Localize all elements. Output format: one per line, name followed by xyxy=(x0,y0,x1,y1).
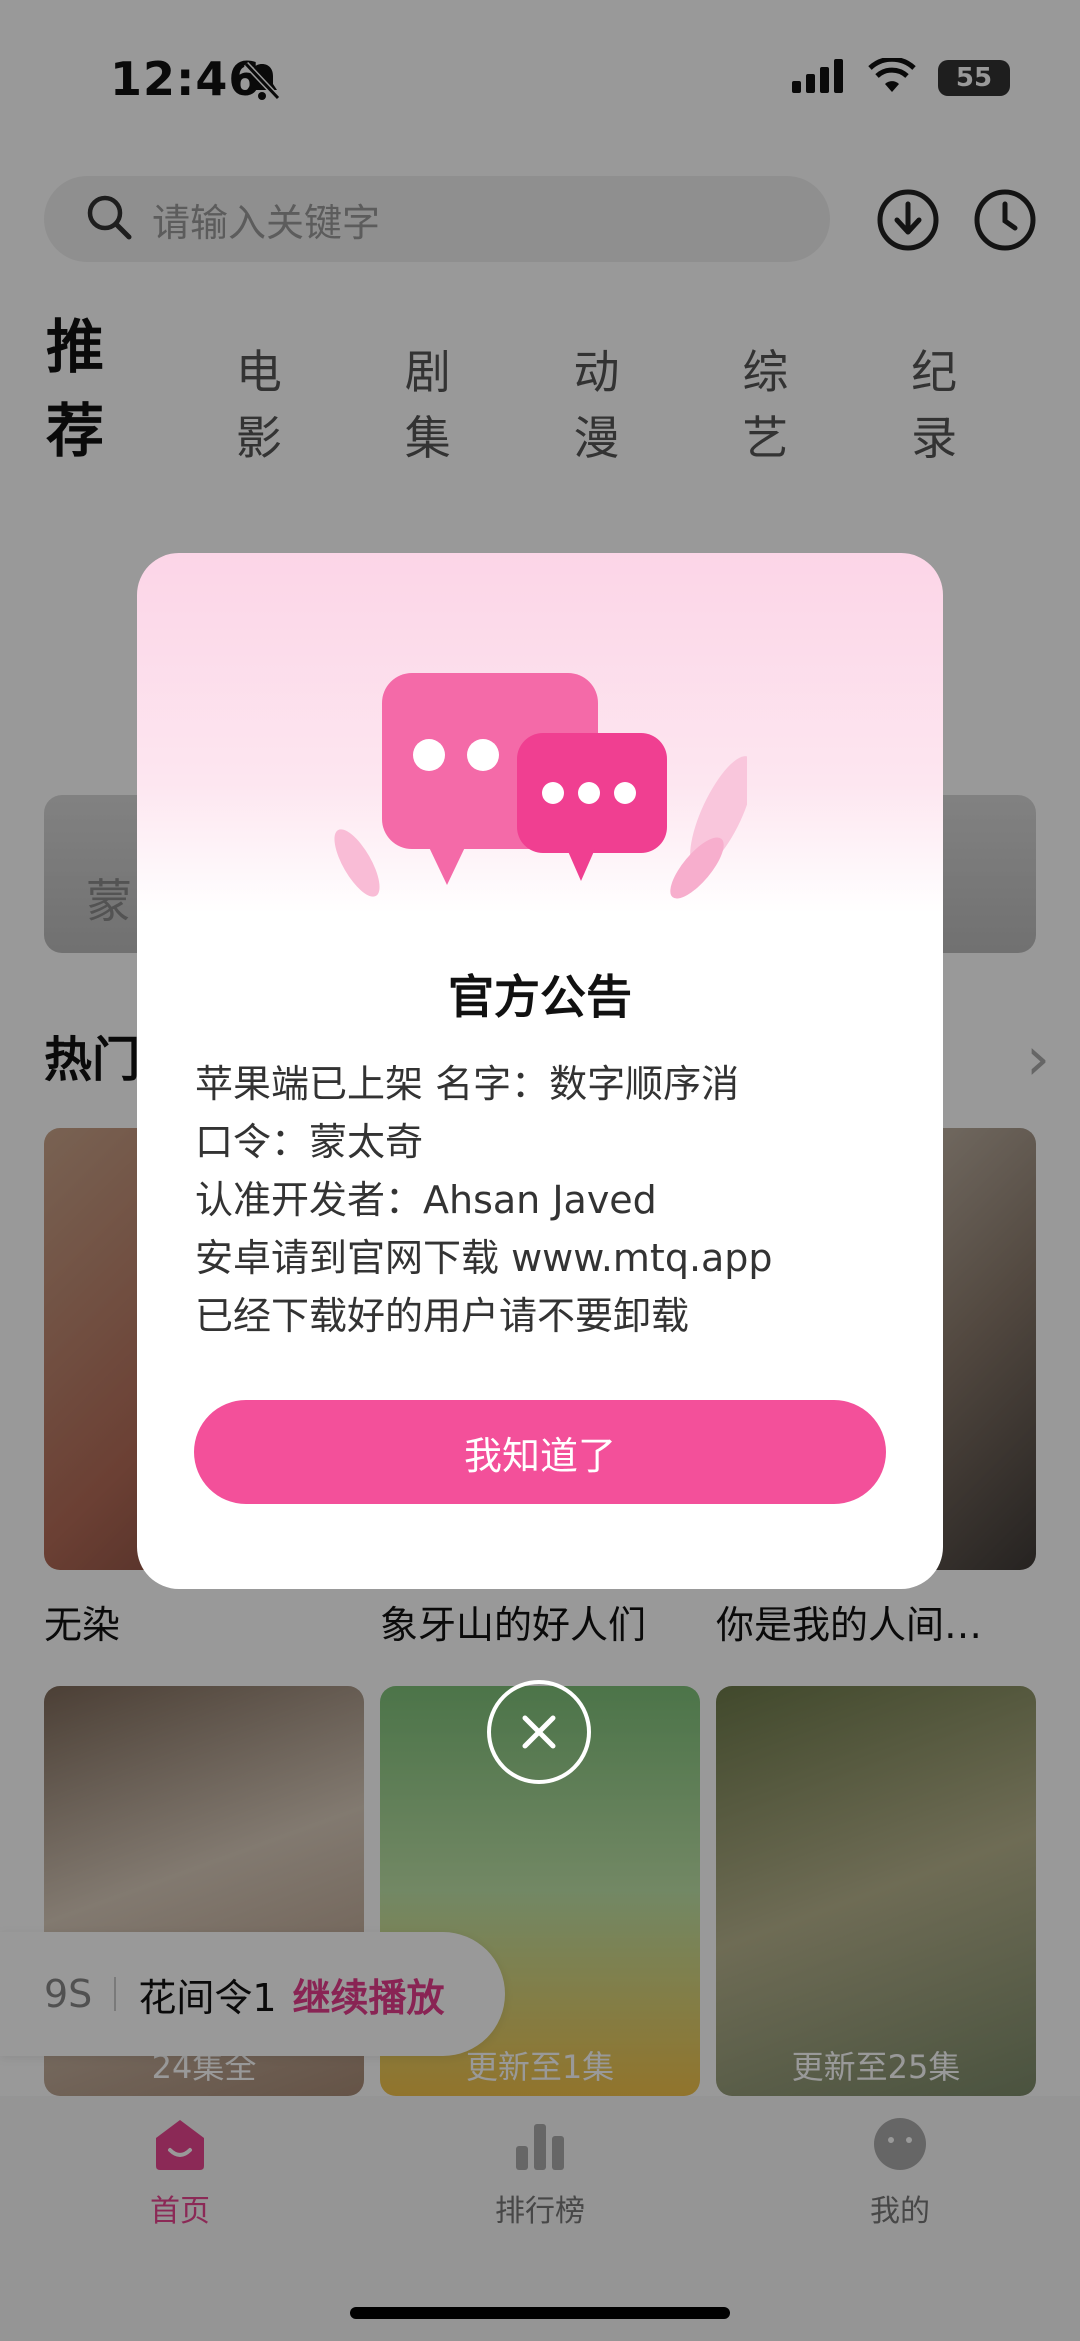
dialog-line: 认准开发者：Ahsan Javed xyxy=(195,1178,657,1222)
dialog-line: 安卓请到官网下载 www.mtq.app xyxy=(195,1236,773,1280)
dialog-line: 口令：蒙太奇 xyxy=(195,1120,424,1164)
dialog-line: 已经下载好的用户请不要卸载 xyxy=(195,1294,690,1338)
dialog-line: 苹果端已上架 名字：数字顺序消 xyxy=(195,1062,740,1106)
close-button[interactable] xyxy=(487,1680,591,1784)
dialog-body: 苹果端已上架 名字：数字顺序消 口令：蒙太奇 认准开发者：Ahsan Javed… xyxy=(195,1055,895,1345)
chat-bubbles-icon xyxy=(334,673,747,899)
close-icon xyxy=(522,1715,556,1749)
announcement-dialog: 官方公告 苹果端已上架 名字：数字顺序消 口令：蒙太奇 认准开发者：Ahsan … xyxy=(137,553,943,1589)
acknowledge-button[interactable]: 我知道了 xyxy=(194,1400,886,1504)
dialog-title: 官方公告 xyxy=(448,970,632,1024)
